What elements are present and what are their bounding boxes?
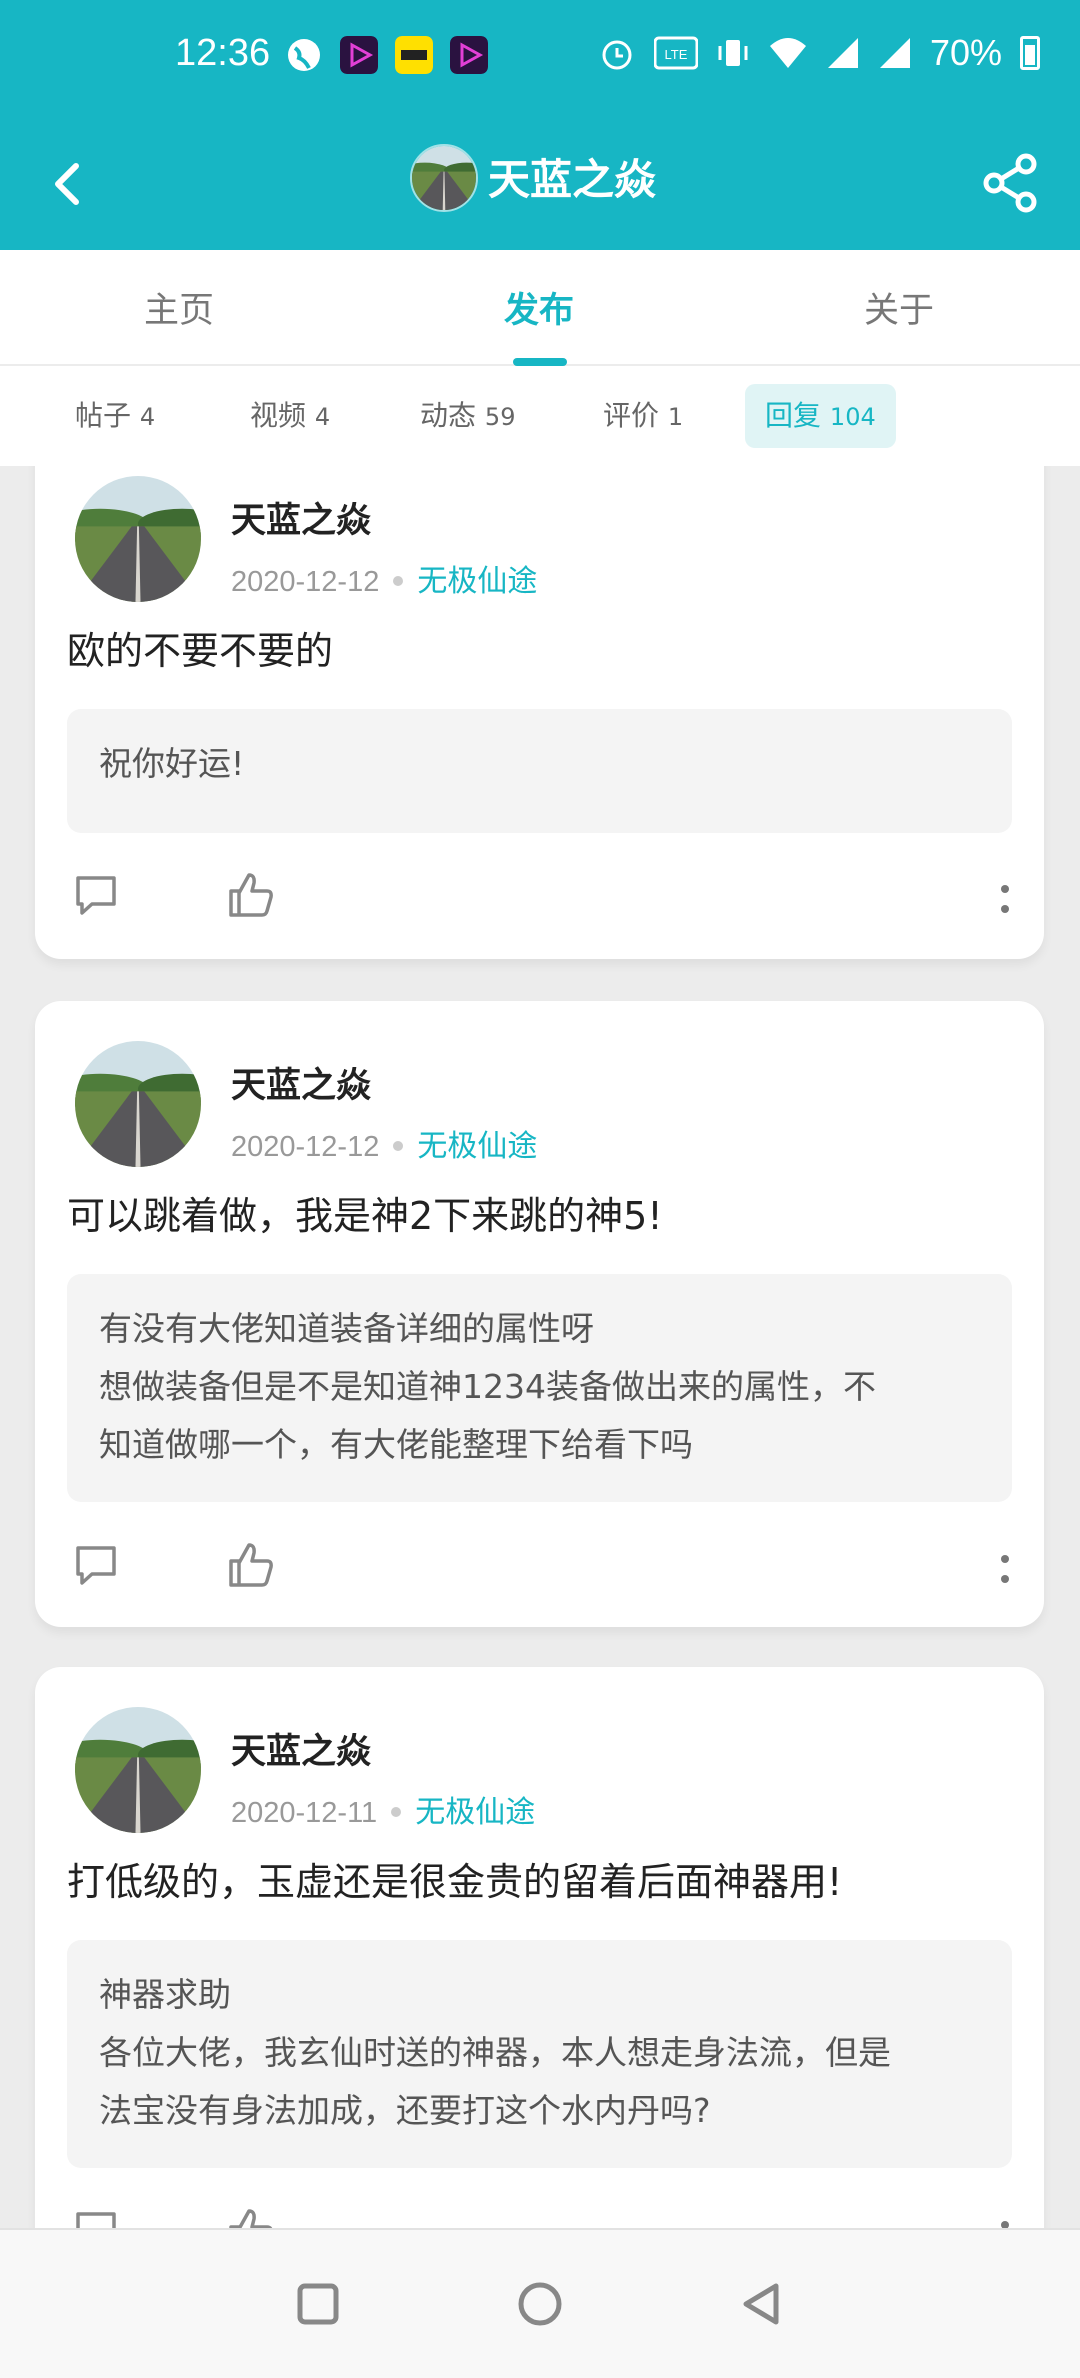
username[interactable]: 天蓝之焱 bbox=[231, 1723, 371, 1774]
back-button[interactable] bbox=[40, 154, 100, 214]
tab-publish[interactable]: 发布 bbox=[504, 282, 574, 333]
quoted-post[interactable]: 神器求助 各位大佬，我玄仙时送的神器，本人想走身法流，但是 法宝没有身法加成，还… bbox=[67, 1940, 1012, 2168]
card-actions bbox=[35, 873, 1044, 933]
post-meta: 2020-12-11 无极仙途 bbox=[231, 1787, 535, 1831]
quote-line: 各位大佬，我玄仙时送的神器，本人想走身法流，但是 bbox=[99, 2033, 891, 2072]
subtab-activity[interactable]: 动态 59 bbox=[400, 384, 535, 448]
sub-tabs: 帖子 4 视频 4 动态 59 评价 1 回复 104 bbox=[0, 366, 1080, 466]
card-actions bbox=[35, 2209, 1044, 2228]
video-app-icon bbox=[340, 36, 378, 74]
reply-card[interactable]: 天蓝之焱 2020-12-12 无极仙途 欧的不要不要的 祝你好运! bbox=[35, 466, 1044, 959]
header-username: 天蓝之焱 bbox=[488, 155, 657, 204]
avatar[interactable] bbox=[75, 1041, 201, 1167]
back-triangle-icon[interactable] bbox=[732, 2274, 792, 2334]
game-link[interactable]: 无极仙途 bbox=[415, 1795, 535, 1830]
subtab-replies[interactable]: 回复 104 bbox=[745, 384, 896, 448]
svg-text:LTE: LTE bbox=[664, 47, 687, 62]
header-avatar[interactable] bbox=[410, 144, 478, 212]
subtab-posts[interactable]: 帖子 4 bbox=[55, 384, 175, 448]
separator-dot bbox=[393, 1141, 404, 1152]
quoted-post[interactable]: 有没有大佬知道装备详细的属性呀 想做装备但是不是知道神1234装备做出来的属性，… bbox=[67, 1274, 1012, 1502]
comment-icon[interactable] bbox=[73, 2209, 119, 2228]
more-options-icon[interactable] bbox=[1000, 881, 1010, 917]
share-icon[interactable] bbox=[980, 150, 1040, 216]
like-icon[interactable] bbox=[227, 869, 275, 919]
username[interactable]: 天蓝之焱 bbox=[231, 492, 371, 543]
card-actions bbox=[35, 1543, 1044, 1603]
username[interactable]: 天蓝之焱 bbox=[231, 1057, 371, 1108]
status-right: LTE 70% bbox=[598, 32, 1040, 74]
avatar[interactable] bbox=[75, 1707, 201, 1833]
reply-list[interactable]: 天蓝之焱 2020-12-12 无极仙途 欧的不要不要的 祝你好运! 天蓝之焱 2… bbox=[0, 466, 1080, 2228]
comment-icon[interactable] bbox=[73, 873, 119, 919]
tab-home[interactable]: 主页 bbox=[144, 282, 214, 333]
subtab-videos[interactable]: 视频 4 bbox=[230, 384, 350, 448]
quote-line: 神器求助 bbox=[99, 1975, 231, 2014]
vibrate-icon bbox=[718, 40, 748, 66]
post-date: 2020-12-12 bbox=[231, 566, 380, 598]
game-link[interactable]: 无极仙途 bbox=[417, 1129, 537, 1164]
reply-content[interactable]: 欧的不要不要的 bbox=[67, 620, 1014, 675]
quote-line: 知道做哪一个，有大佬能整理下给看下吗 bbox=[99, 1425, 693, 1464]
post-meta: 2020-12-12 无极仙途 bbox=[231, 1121, 537, 1165]
more-options-icon[interactable] bbox=[1000, 1551, 1010, 1587]
status-bar: 12:36 LTE 70% bbox=[0, 0, 1080, 120]
reply-content[interactable]: 可以跳着做，我是神2下来跳的神5! bbox=[67, 1185, 1014, 1240]
reply-card[interactable]: 天蓝之焱 2020-12-11 无极仙途 打低级的，玉虚还是很金贵的留着后面神器用… bbox=[35, 1667, 1044, 2228]
comment-icon[interactable] bbox=[73, 1543, 119, 1589]
status-time: 12:36 bbox=[175, 32, 271, 74]
wifi-icon bbox=[769, 38, 806, 68]
post-date: 2020-12-12 bbox=[231, 1131, 380, 1163]
main-tabs: 主页 发布 关于 bbox=[0, 250, 1080, 366]
yellow-app-icon bbox=[395, 36, 433, 74]
globe-icon bbox=[288, 39, 320, 71]
recents-square-icon[interactable] bbox=[288, 2274, 348, 2334]
post-meta: 2020-12-12 无极仙途 bbox=[231, 556, 537, 600]
tab-active-indicator bbox=[513, 358, 567, 366]
reply-content[interactable]: 打低级的，玉虚还是很金贵的留着后面神器用! bbox=[67, 1851, 1014, 1906]
tab-about[interactable]: 关于 bbox=[864, 282, 934, 333]
volte-icon: LTE bbox=[653, 36, 698, 70]
profile-header: 天蓝之焱 bbox=[0, 120, 1080, 250]
home-circle-icon[interactable] bbox=[510, 2274, 570, 2334]
quote-line: 法宝没有身法加成，还要打这个水内丹吗? bbox=[99, 2091, 711, 2130]
signal-icon bbox=[827, 38, 858, 68]
battery-icon bbox=[1020, 36, 1040, 70]
like-icon[interactable] bbox=[227, 1539, 275, 1589]
quote-line: 想做装备但是不是知道神1234装备做出来的属性，不 bbox=[99, 1367, 876, 1406]
separator-dot bbox=[391, 1807, 402, 1818]
system-nav-bar bbox=[0, 2228, 1080, 2378]
signal-icon bbox=[879, 38, 910, 68]
battery-percent: 70% bbox=[929, 32, 1002, 73]
video-app-icon bbox=[450, 36, 488, 74]
game-link[interactable]: 无极仙途 bbox=[417, 564, 537, 599]
quote-line: 有没有大佬知道装备详细的属性呀 bbox=[99, 1309, 594, 1348]
separator-dot bbox=[393, 576, 404, 587]
quoted-post[interactable]: 祝你好运! bbox=[67, 709, 1012, 833]
quote-line: 祝你好运! bbox=[99, 744, 245, 783]
like-icon[interactable] bbox=[227, 2205, 275, 2228]
alarm-icon bbox=[602, 40, 632, 70]
more-options-icon[interactable] bbox=[1000, 2217, 1010, 2228]
post-date: 2020-12-11 bbox=[231, 1797, 378, 1829]
avatar[interactable] bbox=[75, 476, 201, 602]
reply-card[interactable]: 天蓝之焱 2020-12-12 无极仙途 可以跳着做，我是神2下来跳的神5! 有没… bbox=[35, 1001, 1044, 1627]
subtab-reviews[interactable]: 评价 1 bbox=[583, 384, 703, 448]
